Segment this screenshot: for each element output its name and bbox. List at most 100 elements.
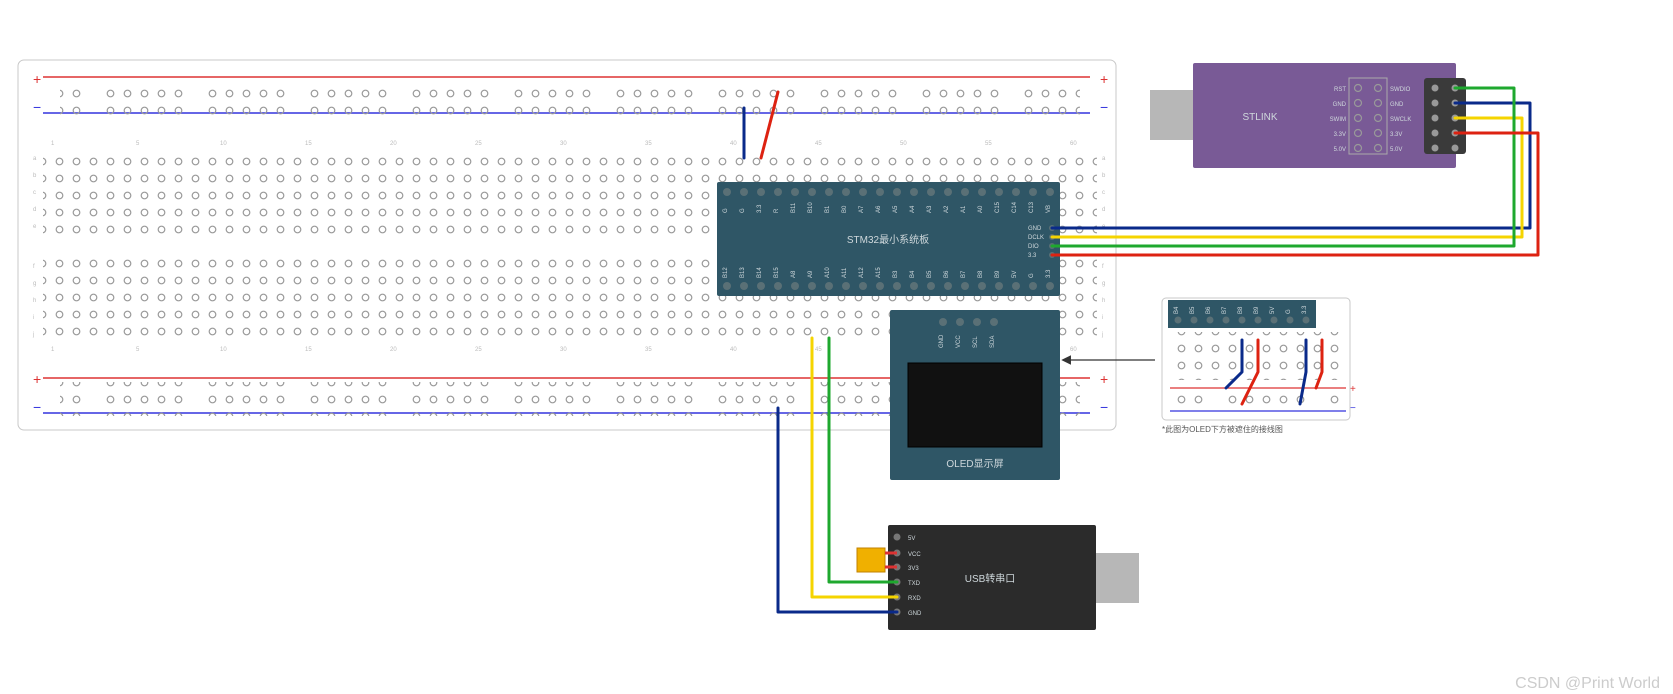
svg-text:+: + [33,371,41,387]
svg-text:15: 15 [305,141,312,147]
svg-text:GND: GND [908,611,922,617]
svg-text:30: 30 [560,141,567,147]
stm32-title: STM32最小系统板 [847,233,929,246]
svg-text:40: 40 [730,141,737,147]
svg-text:B6: B6 [944,270,950,278]
svg-text:VCC: VCC [956,335,962,348]
svg-text:B0: B0 [842,205,848,213]
svg-text:B6: B6 [1206,306,1212,314]
svg-text:j: j [1101,332,1103,338]
svg-text:C15: C15 [995,201,1001,213]
svg-text:SDA: SDA [990,336,996,348]
svg-text:TXD: TXD [908,581,921,587]
svg-text:20: 20 [390,347,397,353]
svg-text:GND: GND [1333,102,1347,108]
svg-text:g: g [1102,281,1105,287]
svg-text:−: − [1100,399,1108,415]
detail-caption: *此图为OLED下方被遮住的接线图 [1162,424,1283,434]
svg-text:RST: RST [1334,87,1346,93]
svg-text:G: G [723,208,729,213]
svg-text:A8: A8 [791,270,797,278]
svg-text:B8: B8 [978,270,984,278]
svg-text:G: G [1286,309,1292,314]
svg-text:d: d [1102,207,1105,213]
svg-text:B13: B13 [740,267,746,278]
svg-text:B15: B15 [774,267,780,278]
svg-text:i: i [1102,315,1103,321]
svg-text:SWDIO: SWDIO [1390,87,1411,93]
svg-text:+: + [1350,384,1356,395]
svg-text:A1: A1 [961,205,967,213]
svg-text:B9: B9 [1254,306,1260,314]
svg-text:−: − [1350,403,1356,414]
wiring-diagram: + − + − + − + − [0,0,1673,694]
svg-text:60: 60 [1070,141,1077,147]
svg-text:10: 10 [220,141,227,147]
svg-text:B4: B4 [1174,306,1180,314]
svg-text:25: 25 [475,347,482,353]
svg-text:SCL: SCL [973,336,979,348]
svg-text:60: 60 [1070,347,1077,353]
svg-text:B9: B9 [995,270,1001,278]
svg-text:5.0V: 5.0V [1334,147,1346,153]
svg-text:R: R [774,208,780,213]
svg-text:B7: B7 [1222,306,1228,314]
svg-text:B8: B8 [1238,306,1244,314]
svg-text:c: c [1102,190,1105,196]
svg-text:C14: C14 [1012,201,1018,213]
svg-text:B12: B12 [723,267,729,278]
svg-text:RXD: RXD [908,596,921,602]
svg-text:A0: A0 [978,205,984,213]
svg-text:45: 45 [815,347,822,353]
svg-text:DCLK: DCLK [1028,235,1044,241]
svg-text:SWCLK: SWCLK [1390,117,1411,123]
svg-text:3.3: 3.3 [1028,253,1037,259]
svg-text:3.3V: 3.3V [1390,132,1402,138]
svg-text:A7: A7 [859,205,865,213]
svg-text:5V: 5V [1270,307,1276,314]
svg-text:3.3V: 3.3V [1334,132,1346,138]
svg-text:A15: A15 [876,267,882,278]
svg-text:i: i [33,315,34,321]
svg-text:−: − [1100,99,1108,115]
svg-text:G: G [740,208,746,213]
svg-text:25: 25 [475,141,482,147]
svg-text:10: 10 [220,347,227,353]
svg-text:35: 35 [645,141,652,147]
svg-text:40: 40 [730,347,737,353]
svg-text:DIO: DIO [1028,244,1039,250]
oled-module: GND VCC SCL SDA OLED显示屏 [890,310,1060,480]
svg-text:20: 20 [390,141,397,147]
svg-text:VB: VB [1046,205,1052,213]
svg-text:A2: A2 [944,205,950,213]
svg-text:A12: A12 [859,267,865,278]
svg-text:B5: B5 [1190,306,1196,314]
svg-text:B10: B10 [808,202,814,213]
svg-text:30: 30 [560,347,567,353]
svg-text:A9: A9 [808,270,814,278]
svg-text:d: d [33,207,36,213]
svg-text:50: 50 [900,141,907,147]
svg-text:A6: A6 [876,205,882,213]
stlink-title: STLINK [1242,112,1277,123]
svg-text:G: G [1029,273,1035,278]
svg-text:A3: A3 [927,205,933,213]
svg-text:B14: B14 [757,267,763,278]
svg-text:GND: GND [1390,102,1404,108]
svg-text:A5: A5 [893,205,899,213]
oled-title: OLED显示屏 [946,458,1003,470]
svg-text:3.3: 3.3 [1046,269,1052,278]
svg-text:15: 15 [305,347,312,353]
svg-text:55: 55 [985,141,992,147]
usb-serial-title: USB转串口 [965,572,1016,585]
usb-serial-module: USB转串口 5V VCC 3V3 TXD RXD GND [857,525,1139,630]
svg-text:3.3: 3.3 [757,204,763,213]
svg-text:5V: 5V [908,536,915,542]
svg-text:B7: B7 [961,270,967,278]
svg-text:−: − [33,399,41,415]
svg-text:C13: C13 [1029,201,1035,213]
svg-text:j: j [32,332,34,338]
stm32-board: G G 3.3 R B11 B10 B1 B0 A7 A6 A5 A4 A3 A… [717,182,1060,296]
svg-text:SWIM: SWIM [1330,117,1346,123]
svg-text:B11: B11 [791,202,797,213]
